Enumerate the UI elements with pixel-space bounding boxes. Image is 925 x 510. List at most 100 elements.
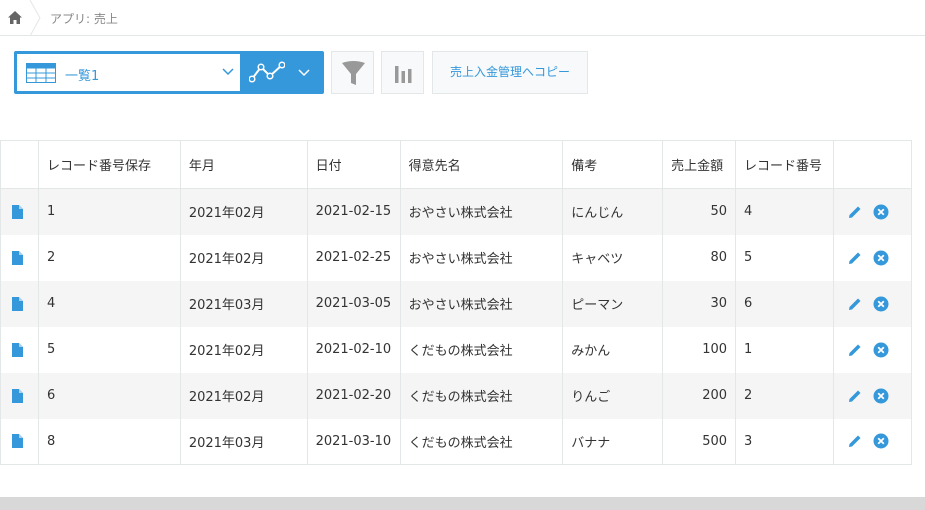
cell-date: 2021-02-10: [306, 326, 401, 373]
document-icon[interactable]: [12, 296, 23, 311]
cell-date: 2021-02-20: [306, 372, 401, 419]
cell-note: ピーマン: [562, 280, 664, 327]
cell-record-no: 4: [735, 188, 835, 235]
cell-record-no: 3: [735, 418, 835, 465]
bar-chart-icon: [395, 66, 412, 83]
records-table: レコード番号保存 年月 日付 得意先名 備考 売上金額 レコード番号 1 2021…: [0, 140, 912, 465]
view-toolbar: 一覧1: [14, 51, 324, 94]
edit-icon[interactable]: [848, 434, 862, 448]
cell-saved-record-no: 1: [37, 188, 181, 235]
delete-icon[interactable]: [873, 433, 889, 449]
delete-icon[interactable]: [873, 296, 889, 312]
cell-actions: [833, 418, 912, 465]
cell-actions: [833, 234, 912, 281]
edit-icon[interactable]: [848, 251, 862, 265]
cell-customer: くだもの株式会社: [399, 418, 564, 465]
cell-customer: くだもの株式会社: [399, 372, 564, 419]
cell-date: 2021-03-10: [306, 418, 401, 465]
cell-actions: [833, 326, 912, 373]
cell-date: 2021-02-15: [306, 188, 401, 235]
column-header-note[interactable]: 備考: [562, 140, 664, 189]
table-row[interactable]: 5 2021年02月 2021-02-10 くだもの株式会社 みかん 100 1: [0, 326, 912, 373]
cell-actions: [833, 188, 912, 235]
cell-note: りんご: [562, 372, 664, 419]
view-name: 一覧1: [65, 69, 100, 84]
home-button[interactable]: [0, 0, 30, 36]
cell-amount: 100: [662, 326, 737, 373]
edit-icon[interactable]: [848, 297, 862, 311]
edit-icon[interactable]: [848, 205, 862, 219]
cell-month: 2021年03月: [179, 418, 308, 465]
cell-note: みかん: [562, 326, 664, 373]
table-row[interactable]: 2 2021年02月 2021-02-25 おやさい株式会社 キャベツ 80 5: [0, 234, 912, 281]
cell-detail-link[interactable]: [0, 234, 39, 281]
delete-icon[interactable]: [873, 342, 889, 358]
breadcrumb: アプリ: 売上: [0, 0, 925, 36]
cell-record-no: 2: [735, 372, 835, 419]
home-icon: [8, 11, 22, 24]
cell-detail-link[interactable]: [0, 188, 39, 235]
document-icon[interactable]: [12, 250, 23, 265]
edit-icon[interactable]: [848, 343, 862, 357]
edit-icon[interactable]: [848, 389, 862, 403]
cell-detail-link[interactable]: [0, 326, 39, 373]
cell-month: 2021年02月: [179, 188, 308, 235]
cell-saved-record-no: 4: [37, 280, 181, 327]
chevron-down-icon[interactable]: [298, 69, 310, 77]
cell-saved-record-no: 8: [37, 418, 181, 465]
cell-customer: おやさい株式会社: [399, 234, 564, 281]
table-row[interactable]: 6 2021年02月 2021-02-20 くだもの株式会社 りんご 200 2: [0, 372, 912, 419]
graph-button[interactable]: [381, 51, 424, 94]
cell-detail-link[interactable]: [0, 280, 39, 327]
cell-record-no: 6: [735, 280, 835, 327]
column-header-amount[interactable]: 売上金額: [662, 140, 737, 189]
table-row[interactable]: 4 2021年03月 2021-03-05 おやさい株式会社 ピーマン 30 6: [0, 280, 912, 327]
horizontal-scrollbar[interactable]: [0, 497, 925, 510]
cell-note: にんじん: [562, 188, 664, 235]
cell-customer: おやさい株式会社: [399, 188, 564, 235]
filter-icon: [342, 61, 365, 85]
column-header-saved-record-no[interactable]: レコード番号保存: [37, 140, 181, 189]
document-icon[interactable]: [12, 388, 23, 403]
breadcrumb-separator: [29, 0, 41, 36]
column-header-customer[interactable]: 得意先名: [399, 140, 564, 189]
cell-saved-record-no: 6: [37, 372, 181, 419]
cell-actions: [833, 280, 912, 327]
graph-icon[interactable]: [249, 61, 285, 83]
cell-amount: 200: [662, 372, 737, 419]
column-header-date[interactable]: 日付: [306, 140, 401, 189]
delete-icon[interactable]: [873, 204, 889, 220]
cell-month: 2021年02月: [179, 326, 308, 373]
copy-to-app-button[interactable]: 売上入金管理へコピー: [432, 51, 588, 94]
cell-amount: 30: [662, 280, 737, 327]
table-row[interactable]: 1 2021年02月 2021-02-15 おやさい株式会社 にんじん 50 4: [0, 188, 912, 235]
cell-month: 2021年02月: [179, 372, 308, 419]
cell-saved-record-no: 5: [37, 326, 181, 373]
column-header-month[interactable]: 年月: [179, 140, 308, 189]
table-view-icon: [26, 63, 56, 83]
cell-month: 2021年03月: [179, 280, 308, 327]
cell-date: 2021-02-25: [306, 234, 401, 281]
filter-button[interactable]: [331, 51, 374, 94]
cell-actions: [833, 372, 912, 419]
cell-record-no: 1: [735, 326, 835, 373]
table-row[interactable]: 8 2021年03月 2021-03-10 くだもの株式会社 バナナ 500 3: [0, 418, 912, 465]
cell-amount: 500: [662, 418, 737, 465]
cell-detail-link[interactable]: [0, 372, 39, 419]
column-header-record-no[interactable]: レコード番号: [735, 140, 835, 189]
cell-detail-link[interactable]: [0, 418, 39, 465]
view-select-dropdown[interactable]: 一覧1: [17, 54, 240, 91]
document-icon[interactable]: [12, 342, 23, 357]
breadcrumb-app-link[interactable]: アプリ: 売上: [50, 10, 118, 27]
table-header-row: レコード番号保存 年月 日付 得意先名 備考 売上金額 レコード番号: [0, 140, 912, 189]
column-header-blank: [0, 140, 39, 189]
cell-amount: 50: [662, 188, 737, 235]
chevron-down-icon: [222, 68, 234, 76]
document-icon[interactable]: [12, 434, 23, 449]
column-header-actions: [833, 140, 912, 189]
document-icon[interactable]: [12, 204, 23, 219]
cell-note: キャベツ: [562, 234, 664, 281]
delete-icon[interactable]: [873, 250, 889, 266]
cell-customer: くだもの株式会社: [399, 326, 564, 373]
delete-icon[interactable]: [873, 388, 889, 404]
